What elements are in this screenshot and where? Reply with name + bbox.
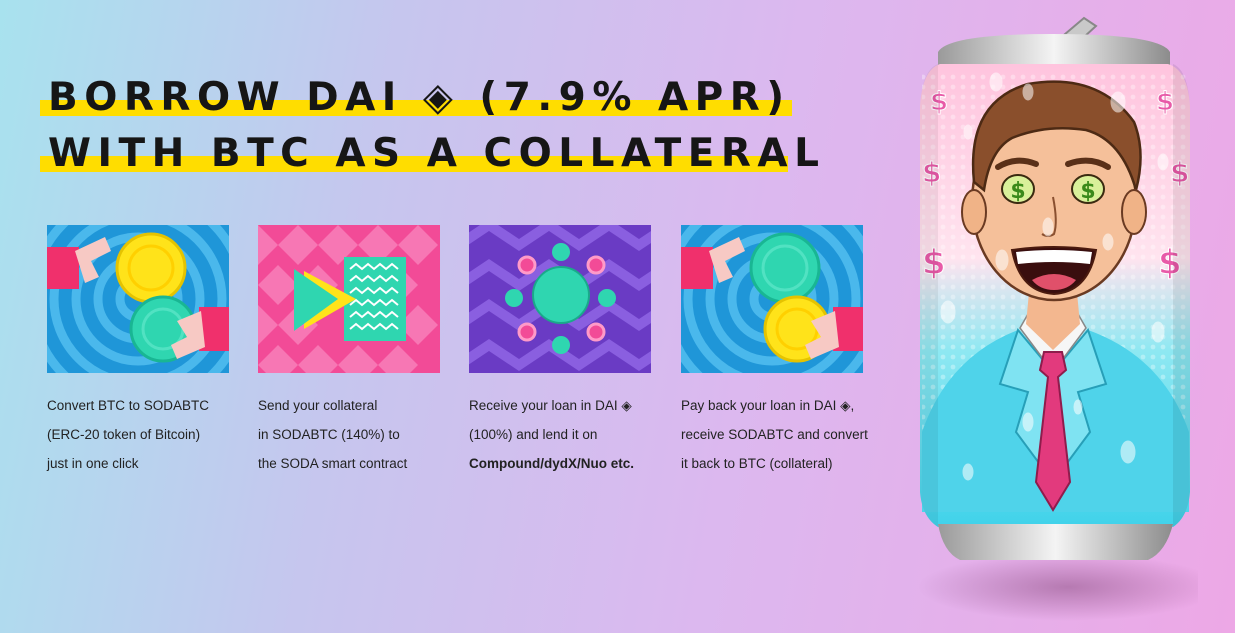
receive-loan-network-icon <box>469 225 651 373</box>
soda-can-man-illustration: $ $ $ $ $ $ $ $ <box>918 16 1198 621</box>
step-1-description: Convert BTC to SODABTC (ERC-20 token of … <box>47 398 210 471</box>
headline: BORROW DAI ◈ (7.9% APR) WITH BTC AS A CO… <box>40 70 825 182</box>
btc-to-sodabtc-exchange-icon <box>47 225 229 373</box>
headline-line-1: BORROW DAI ◈ (7.9% APR) <box>40 70 825 126</box>
step-3: Receive your loan in DAI ◈ (100%) and le… <box>469 225 651 478</box>
headline-text-1: BORROW DAI ◈ (7.9% APR) <box>48 75 791 120</box>
payback-loan-exchange-icon <box>681 225 863 373</box>
svg-text:$: $ <box>1080 179 1095 204</box>
step-2-description: Send your collateral in SODABTC (140%) t… <box>258 398 408 471</box>
svg-text:$: $ <box>1156 87 1174 117</box>
svg-text:$: $ <box>1010 179 1025 204</box>
step-4: Pay back your loan in DAI ◈, receive SOD… <box>681 225 868 478</box>
step-1: Convert BTC to SODABTC (ERC-20 token of … <box>47 225 229 478</box>
step-4-description: Pay back your loan in DAI ◈, receive SOD… <box>681 398 868 471</box>
headline-line-2: WITH BTC AS A COLLATERAL <box>40 126 825 182</box>
step-2: Send your collateral in SODABTC (140%) t… <box>258 225 440 478</box>
headline-text-2: WITH BTC AS A COLLATERAL <box>48 131 826 176</box>
send-collateral-contract-icon <box>258 225 440 373</box>
step-3-description: Receive your loan in DAI ◈ (100%) and le… <box>469 398 634 471</box>
